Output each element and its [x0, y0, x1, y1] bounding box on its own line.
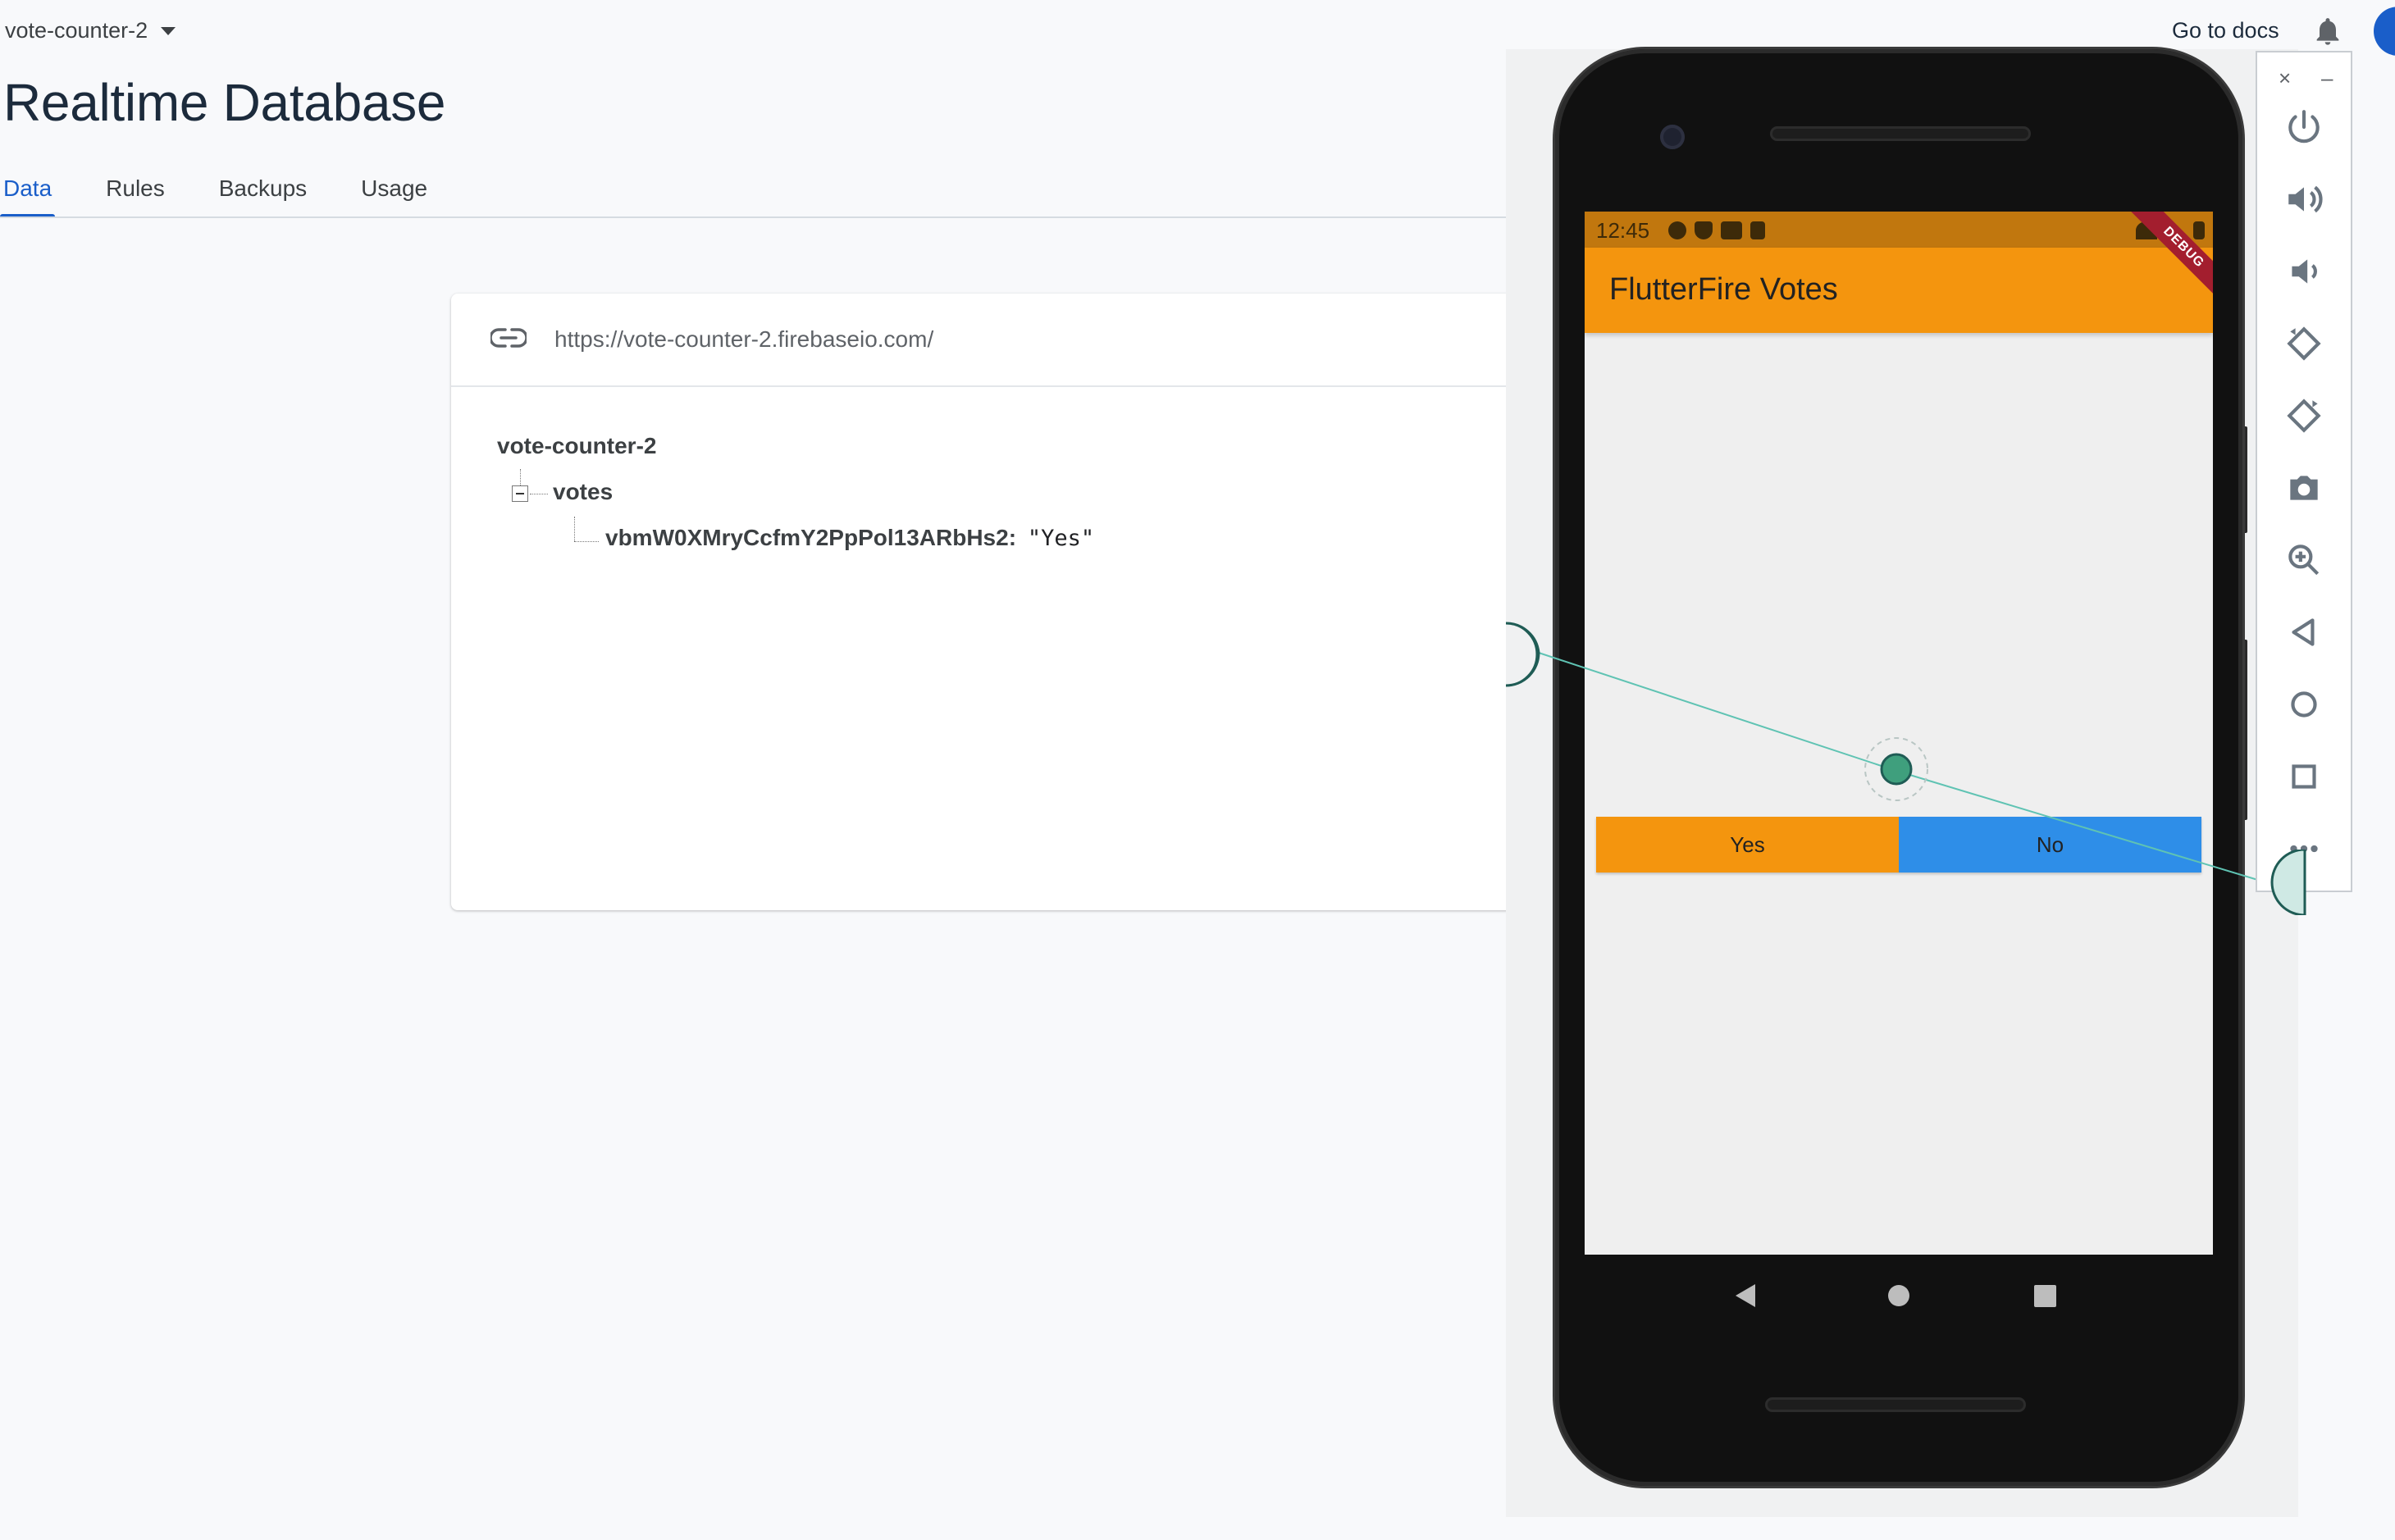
- rotate-right-icon[interactable]: [2283, 395, 2324, 436]
- close-icon[interactable]: ×: [2279, 66, 2291, 91]
- rotate-left-icon[interactable]: [2283, 323, 2324, 364]
- mail-status-icon: [1721, 221, 1742, 239]
- link-icon[interactable]: [490, 326, 527, 349]
- camera-icon[interactable]: [2283, 467, 2324, 508]
- status-bar: 12:45: [1585, 212, 2213, 248]
- app-bar: FlutterFire Votes: [1585, 248, 2213, 333]
- tab-data[interactable]: Data: [0, 172, 56, 218]
- touch-line: [1538, 652, 1897, 772]
- collapse-toggle-icon[interactable]: [512, 485, 528, 502]
- sd-card-status-icon: [1750, 221, 1765, 239]
- touch-anchor-left[interactable]: [1506, 622, 1540, 687]
- project-name: vote-counter-2: [5, 17, 148, 43]
- page-title: Realtime Database: [3, 73, 446, 132]
- project-switcher[interactable]: vote-counter-2: [5, 16, 176, 44]
- nav-back-icon[interactable]: [1736, 1284, 1755, 1307]
- status-time: 12:45: [1596, 218, 1650, 243]
- tree-connector: [574, 517, 575, 541]
- power-icon[interactable]: [2283, 107, 2324, 148]
- nav-overview-icon[interactable]: [2034, 1285, 2056, 1307]
- go-to-docs-link[interactable]: Go to docs: [2172, 18, 2279, 43]
- front-camera: [1660, 125, 1685, 149]
- touch-anchor-right-shape[interactable]: [2270, 850, 2306, 915]
- earpiece-speaker: [1770, 126, 2031, 141]
- database-url: https://vote-counter-2.firebaseio.com/: [554, 326, 934, 352]
- minimize-icon[interactable]: –: [2321, 66, 2333, 91]
- tree-leaf-entry[interactable]: vbmW0XMryCcfmY2PpPol13ARbHs2: "Yes": [605, 525, 1094, 551]
- chevron-down-icon: [161, 27, 176, 35]
- tree-connector: [520, 469, 521, 485]
- overview-icon[interactable]: [2283, 756, 2324, 797]
- settings-status-icon: [1668, 221, 1686, 239]
- emulator-toolbar: × –: [2256, 51, 2352, 892]
- tree-node-votes[interactable]: votes: [553, 479, 613, 505]
- nav-home-icon[interactable]: [1888, 1285, 1909, 1306]
- entry-value[interactable]: "Yes": [1028, 526, 1094, 551]
- android-nav-bar: [1736, 1284, 2056, 1307]
- touch-line: [1895, 770, 2261, 882]
- battery-status-icon: [2193, 221, 2205, 239]
- database-url-bar: https://vote-counter-2.firebaseio.com/: [451, 294, 1599, 387]
- back-icon[interactable]: [2283, 612, 2324, 653]
- tabs-divider: [0, 216, 1567, 218]
- tab-backups[interactable]: Backups: [216, 172, 310, 218]
- tab-usage[interactable]: Usage: [358, 172, 431, 218]
- volume-down-icon[interactable]: [2283, 251, 2324, 292]
- touch-point[interactable]: [1880, 753, 1913, 786]
- bottom-speaker: [1765, 1397, 2026, 1412]
- tab-bar: Data Rules Backups Usage: [0, 172, 478, 218]
- zoom-in-icon[interactable]: [2283, 540, 2324, 581]
- shield-status-icon: [1695, 221, 1713, 239]
- app-title: FlutterFire Votes: [1609, 272, 1838, 307]
- tree-connector: [574, 541, 599, 542]
- database-data-card: https://vote-counter-2.firebaseio.com/ v…: [451, 294, 1599, 910]
- tab-rules[interactable]: Rules: [103, 172, 168, 218]
- entry-key: vbmW0XMryCcfmY2PpPol13ARbHs2:: [605, 525, 1017, 550]
- home-icon[interactable]: [2283, 684, 2324, 725]
- volume-up-icon[interactable]: [2283, 179, 2324, 220]
- touch-anchor-right: [2270, 850, 2306, 915]
- notifications-bell-icon[interactable]: [2311, 15, 2344, 48]
- avatar[interactable]: [2374, 7, 2395, 56]
- touch-overlay: [1506, 622, 2261, 882]
- tree-root-node[interactable]: vote-counter-2: [497, 433, 656, 459]
